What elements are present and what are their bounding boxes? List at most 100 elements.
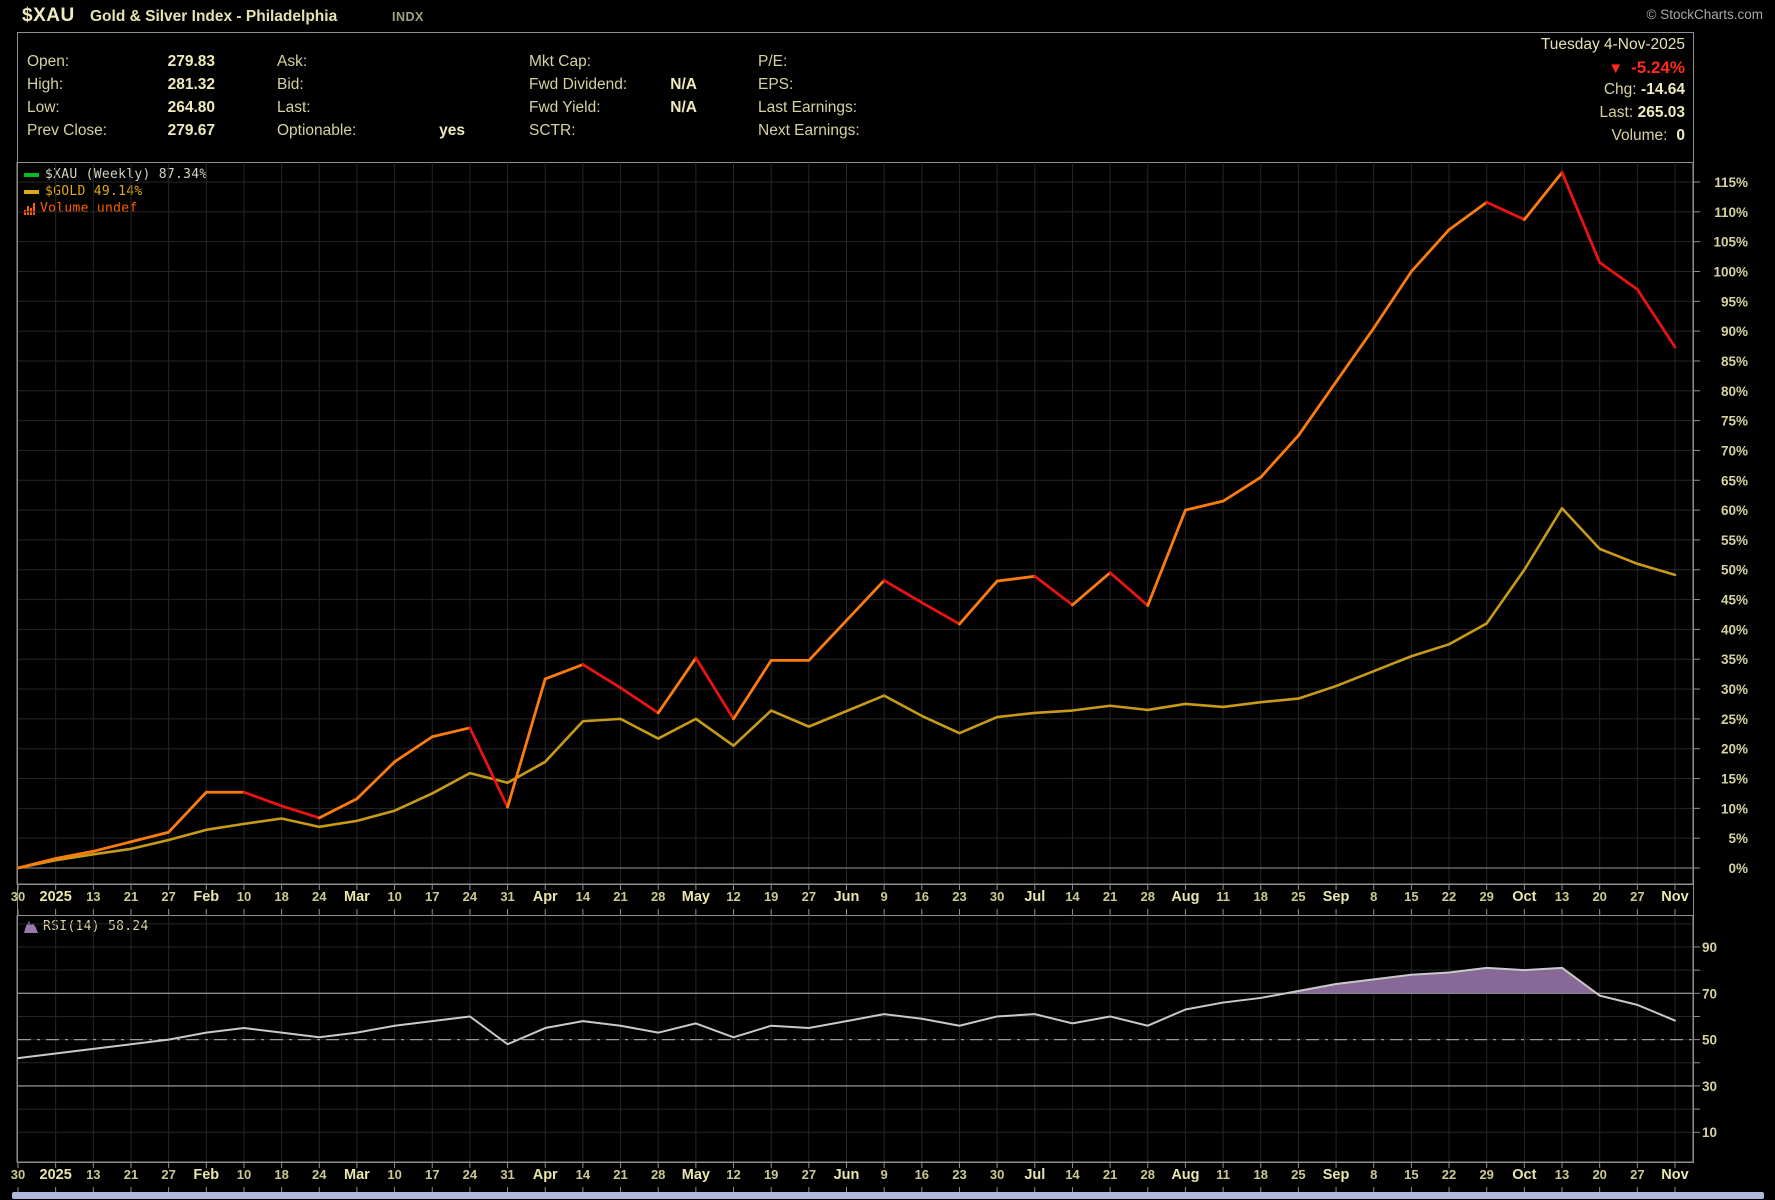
quote-label: SCTR:: [529, 122, 576, 139]
quote-value: N/A: [670, 76, 697, 93]
quote-value: 279.67: [167, 122, 215, 139]
svg-text:28: 28: [651, 889, 665, 904]
svg-text:9: 9: [881, 1167, 888, 1182]
svg-text:11: 11: [1216, 1167, 1230, 1182]
svg-text:Jul: Jul: [1024, 1167, 1045, 1183]
chart-header: $XAU Gold & Silver Index - Philadelphia …: [0, 0, 1775, 30]
svg-text:8: 8: [1370, 889, 1377, 904]
quote-date: Tuesday 4-Nov-2025: [1540, 36, 1685, 53]
change-row: Chg: -14.64: [1603, 81, 1685, 98]
svg-text:28: 28: [1141, 1167, 1155, 1182]
svg-text:22: 22: [1442, 889, 1456, 904]
svg-text:Oct: Oct: [1512, 889, 1536, 905]
svg-text:90%: 90%: [1721, 324, 1748, 339]
svg-text:70%: 70%: [1721, 443, 1748, 458]
svg-text:14: 14: [576, 1167, 591, 1182]
quote-label: Next Earnings:: [758, 122, 860, 139]
svg-text:27: 27: [161, 889, 175, 904]
svg-text:Aug: Aug: [1171, 889, 1199, 905]
svg-text:18: 18: [1254, 889, 1268, 904]
svg-text:30%: 30%: [1721, 682, 1748, 697]
svg-text:100%: 100%: [1713, 264, 1748, 279]
svg-text:31: 31: [500, 1167, 514, 1182]
svg-text:90: 90: [1702, 940, 1717, 955]
svg-text:13: 13: [86, 1167, 100, 1182]
svg-text:30: 30: [11, 889, 25, 904]
symbol-name: Gold & Silver Index - Philadelphia: [90, 8, 338, 25]
svg-text:24: 24: [463, 1167, 478, 1182]
svg-text:28: 28: [1141, 889, 1155, 904]
quote-label: Ask:: [277, 53, 308, 70]
copyright: © StockCharts.com: [1646, 7, 1763, 22]
quote-label: Mkt Cap:: [529, 53, 592, 70]
svg-text:75%: 75%: [1721, 414, 1748, 429]
svg-text:31: 31: [500, 889, 514, 904]
svg-text:May: May: [682, 1167, 710, 1183]
svg-text:16: 16: [915, 889, 929, 904]
svg-text:20: 20: [1592, 889, 1606, 904]
stockcharts-page: $XAU Gold & Silver Index - Philadelphia …: [0, 0, 1775, 1200]
svg-text:25: 25: [1291, 1167, 1305, 1182]
svg-text:18: 18: [274, 889, 288, 904]
svg-text:13: 13: [86, 889, 100, 904]
horizontal-scrollbar[interactable]: [12, 1192, 1764, 1199]
svg-text:21: 21: [1103, 1167, 1117, 1182]
svg-text:22: 22: [1442, 1167, 1456, 1182]
svg-text:105%: 105%: [1713, 235, 1748, 250]
svg-text:29: 29: [1479, 889, 1493, 904]
symbol: $XAU: [22, 5, 75, 26]
svg-text:40%: 40%: [1721, 622, 1748, 637]
svg-text:21: 21: [124, 1167, 138, 1182]
svg-text:2025: 2025: [40, 1167, 72, 1183]
quote-label: P/E:: [758, 53, 788, 70]
percent-change: ▼ -5.24%: [1608, 58, 1685, 78]
quote-label: EPS:: [758, 76, 794, 93]
svg-text:95%: 95%: [1721, 294, 1748, 309]
svg-text:21: 21: [613, 1167, 627, 1182]
svg-text:12: 12: [726, 1167, 740, 1182]
svg-text:14: 14: [1065, 1167, 1080, 1182]
svg-text:23: 23: [952, 1167, 966, 1182]
quote-value: 281.32: [167, 76, 215, 93]
quote-value: 279.83: [167, 53, 215, 70]
svg-text:85%: 85%: [1721, 354, 1748, 369]
svg-text:24: 24: [312, 1167, 327, 1182]
svg-text:Nov: Nov: [1661, 1167, 1688, 1183]
svg-text:21: 21: [613, 889, 627, 904]
svg-text:Feb: Feb: [193, 1167, 219, 1183]
quote-value: yes: [439, 122, 465, 139]
svg-text:30: 30: [990, 1167, 1004, 1182]
svg-text:50: 50: [1702, 1033, 1717, 1048]
exchange-tag: INDX: [392, 10, 424, 24]
svg-text:Jun: Jun: [834, 1167, 860, 1183]
svg-text:9: 9: [881, 889, 888, 904]
svg-text:13: 13: [1555, 1167, 1569, 1182]
svg-text:8: 8: [1370, 1167, 1377, 1182]
svg-text:13: 13: [1555, 889, 1569, 904]
svg-text:15%: 15%: [1721, 772, 1748, 787]
svg-text:20: 20: [1592, 1167, 1606, 1182]
quote-value: N/A: [670, 99, 697, 116]
svg-text:10: 10: [237, 889, 251, 904]
svg-text:15: 15: [1404, 889, 1418, 904]
svg-text:19: 19: [764, 889, 778, 904]
svg-text:50%: 50%: [1721, 563, 1748, 578]
quote-label: Last Earnings:: [758, 99, 858, 116]
svg-text:May: May: [682, 889, 710, 905]
svg-text:21: 21: [124, 889, 138, 904]
svg-text:25: 25: [1291, 889, 1305, 904]
svg-text:23: 23: [952, 889, 966, 904]
svg-text:11: 11: [1216, 889, 1230, 904]
svg-text:18: 18: [1254, 1167, 1268, 1182]
svg-text:18: 18: [274, 1167, 288, 1182]
svg-text:16: 16: [915, 1167, 929, 1182]
svg-text:27: 27: [161, 1167, 175, 1182]
svg-text:20%: 20%: [1721, 742, 1748, 757]
svg-text:Nov: Nov: [1661, 889, 1688, 905]
svg-text:28: 28: [651, 1167, 665, 1182]
svg-text:55%: 55%: [1721, 533, 1748, 548]
frame-top-border: [17, 32, 1694, 33]
svg-text:45%: 45%: [1721, 593, 1748, 608]
svg-text:14: 14: [576, 889, 591, 904]
svg-text:10%: 10%: [1721, 801, 1748, 816]
